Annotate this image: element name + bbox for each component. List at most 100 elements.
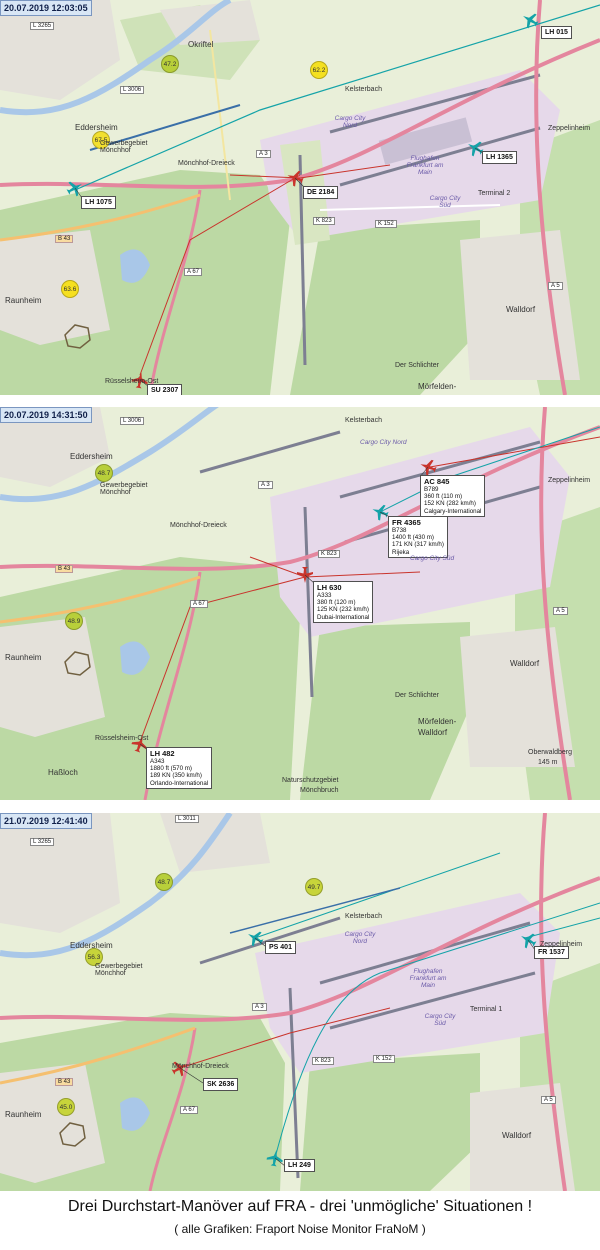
aircraft-type: B738 [392, 527, 407, 534]
place-label: Mönchbruch [300, 787, 339, 794]
aircraft-label-lh015[interactable]: LH 015 [541, 26, 572, 39]
noise-station[interactable]: 63.6 [61, 280, 79, 298]
place-label: Gewerbegebiet Mönchhof [100, 140, 148, 154]
aircraft-type: A343 [150, 758, 165, 765]
place-label: Rüsselsheim-Ost [105, 378, 159, 385]
aircraft-label-lh1075[interactable]: LH 1075 [81, 196, 116, 209]
place-label: Raunheim [5, 296, 42, 305]
place-label: Cargo City Süd [429, 195, 461, 209]
aircraft-label-lh630[interactable]: LH 630 A333 380 ft (120 m) 125 KN (232 k… [313, 581, 374, 623]
noise-station[interactable]: 48.7 [155, 873, 173, 891]
place-label: Flughafen Frankfurt am Main [406, 155, 444, 176]
place-label: Terminal 2 [478, 190, 511, 197]
altitude: 380 ft (120 m) [317, 599, 356, 607]
callsign: LH 482 [150, 749, 175, 758]
aircraft-label-de2184[interactable]: DE 2184 [303, 186, 339, 199]
road-label: K 152 [373, 1055, 395, 1063]
place-label: Raunheim [5, 653, 42, 662]
road-label: A 5 [548, 282, 563, 290]
road-label: B 43 [55, 565, 74, 573]
place-label: Walldorf [418, 728, 448, 737]
altitude: 1400 ft (430 m) [392, 534, 434, 542]
road-label: A 67 [184, 268, 203, 276]
place-label: Cargo City Nord [344, 931, 376, 945]
road-label: L 3265 [30, 22, 55, 30]
road-label: L 3011 [175, 815, 199, 823]
timestamp: 20.07.2019 12:03:05 [0, 0, 92, 16]
aircraft-label-lh1365[interactable]: LH 1365 [482, 151, 517, 164]
place-label: Gewerbegebiet Mönchhof [100, 482, 148, 496]
place-label: Gewerbegebiet Mönchhof [95, 963, 143, 977]
road-label: A 67 [190, 600, 209, 608]
map-panel-3[interactable]: 21.07.2019 12:41:40 PS 401 FR 1537 SK 26… [0, 813, 600, 1191]
callsign: FR 4365 [392, 518, 421, 527]
place-label: Mörfelden- [418, 382, 457, 391]
road-label: A 5 [541, 1096, 556, 1104]
place-label: Cargo City Nord [360, 439, 407, 446]
aircraft-label-lh249[interactable]: LH 249 [284, 1159, 315, 1172]
aircraft-label-ac845[interactable]: AC 845 B789 360 ft (110 m) 152 KN (282 k… [420, 475, 486, 517]
place-label: Cargo City Nord [334, 115, 366, 129]
road-label: K 823 [318, 550, 340, 558]
place-label: Walldorf [506, 305, 536, 314]
altitude: 360 ft (110 m) [424, 493, 463, 501]
caption-title: Drei Durchstart-Manöver auf FRA - drei '… [67, 1198, 533, 1215]
place-label: Eddersheim [75, 123, 118, 132]
place-label: 145 m [538, 759, 558, 766]
map-panel-1[interactable]: 20.07.2019 12:03:05 LH 015 LH 1365 DE 21… [0, 0, 600, 395]
altitude: 1880 ft (570 m) [150, 765, 192, 773]
place-label: Mönchhof-Dreieck [178, 160, 235, 167]
aircraft-label-ps401[interactable]: PS 401 [265, 941, 296, 954]
road-label: K 152 [375, 220, 397, 228]
origin: Orlando-International [150, 779, 209, 787]
aircraft-label-su2307[interactable]: SU 2307 [147, 384, 183, 395]
timestamp: 21.07.2019 12:41:40 [0, 813, 92, 829]
speed: 189 KN (350 km/h) [150, 772, 202, 780]
road-label: K 823 [312, 1057, 334, 1065]
caption-source: ( alle Grafiken: Fraport Noise Monitor F… [174, 1222, 426, 1236]
road-label: K 823 [313, 217, 335, 225]
place-label: Mönchhof-Dreieck [172, 1063, 229, 1070]
road-label: A 3 [252, 1003, 267, 1011]
map-panel-2[interactable]: 20.07.2019 14:31:50 AC 845 B789 360 ft (… [0, 407, 600, 800]
noise-station[interactable]: 62.2 [310, 61, 328, 79]
aircraft-label-lh482[interactable]: LH 482 A343 1880 ft (570 m) 189 KN (350 … [146, 747, 213, 789]
map-canvas-2[interactable] [0, 407, 600, 800]
place-label: Mönchhof-Dreieck [170, 522, 227, 529]
noise-station[interactable]: 48.7 [95, 464, 113, 482]
place-label: Cargo City Süd [410, 555, 455, 562]
place-label: Cargo City Süd [424, 1013, 456, 1027]
aircraft-type: A333 [317, 592, 332, 599]
place-label: Kelsterbach [345, 417, 382, 424]
road-label: A 5 [553, 607, 568, 615]
road-label: A 3 [256, 150, 271, 158]
noise-station[interactable]: 47.2 [161, 55, 179, 73]
place-label: Eddersheim [70, 452, 113, 461]
place-label: Terminal 1 [470, 1006, 503, 1013]
origin: Calgary-International [424, 507, 482, 515]
place-label: Flughafen Frankfurt am Main [409, 968, 447, 989]
callsign: AC 845 [424, 477, 450, 486]
place-label: Okriftel [188, 40, 214, 49]
noise-station[interactable]: 49.7 [305, 878, 323, 896]
origin: Dubai-International [317, 613, 370, 621]
place-label: Walldorf [510, 659, 540, 668]
place-label: Walldorf [502, 1131, 532, 1140]
place-label: Rüsselsheim-Ost [95, 735, 149, 742]
road-label: L 3006 [120, 417, 145, 425]
place-label: Haßloch [48, 768, 78, 777]
callsign: LH 630 [317, 583, 342, 592]
place-label: Kelsterbach [345, 86, 382, 93]
place-label: Kelsterbach [345, 913, 382, 920]
place-label: Raunheim [5, 1110, 42, 1119]
noise-station[interactable]: 48.9 [65, 612, 83, 630]
urban-area [460, 627, 575, 767]
road-label: A 3 [258, 481, 273, 489]
road-label: B 43 [55, 235, 74, 243]
speed: 125 KN (232 km/h) [317, 606, 369, 614]
road-label: L 3265 [30, 838, 55, 846]
noise-station[interactable]: 45.0 [57, 1098, 75, 1116]
aircraft-label-fr4365[interactable]: FR 4365 B738 1400 ft (430 m) 171 KN (317… [388, 516, 448, 558]
aircraft-label-sk2636[interactable]: SK 2636 [203, 1078, 239, 1091]
timestamp: 20.07.2019 14:31:50 [0, 407, 92, 423]
